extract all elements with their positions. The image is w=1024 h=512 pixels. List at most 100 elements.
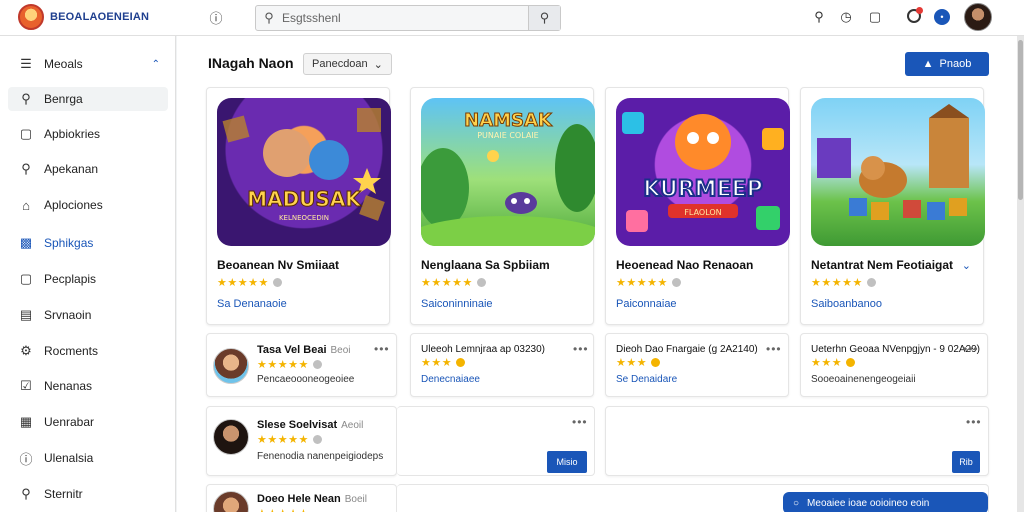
card-link[interactable]: Saiconinninaie <box>421 298 493 310</box>
list-item[interactable]: Slese Soelvisat Aeoil ★★★★★ Fenenodia nan… <box>206 406 397 476</box>
info-icon <box>312 435 322 444</box>
list-item[interactable]: Ueterhn Geoaa NVenpgjyn - 9 02A29) ••• ★… <box>800 333 988 397</box>
game-artwork[interactable] <box>811 98 985 246</box>
search-input[interactable]: Esgtsshenl <box>282 11 528 25</box>
help-icon[interactable]: • <box>934 9 950 25</box>
search-button[interactable]: ⚲ <box>528 6 560 30</box>
info-icon <box>476 278 486 287</box>
list-item[interactable]: Dieoh Dao Fnargaie (g 2A2140) ••• ★★★ Se… <box>605 333 789 397</box>
toast-notification[interactable]: ○ Meoaiee ioae ooioineo eoin <box>783 492 988 512</box>
scrollbar[interactable] <box>1017 36 1024 512</box>
sidebar-item-ulenalsia[interactable]: ⓘ Ulenalsia <box>8 446 168 470</box>
sidebar-item-apbiokries[interactable]: ▢ Apbiokries <box>8 122 168 146</box>
more-options-icon[interactable]: ••• <box>963 342 979 356</box>
row-link[interactable]: Denecnaiaee <box>421 374 480 385</box>
filter-dropdown[interactable]: Panecdoan ⌄ <box>303 53 392 75</box>
card-title[interactable]: Netantrat Nem Feotiaigat <box>811 258 953 272</box>
info-icon <box>456 358 466 367</box>
sidebar-item-nenanas[interactable]: ☑ Nenanas <box>8 374 168 398</box>
star-rating-icon: ★★★ <box>616 357 648 369</box>
card-title[interactable]: Heoenead Nao Renaoan <box>616 258 753 272</box>
sidebar-item-srvnaoin[interactable]: ▤ Srvnaoin <box>8 303 168 327</box>
card-link[interactable]: Saiboanbanoo <box>811 298 882 310</box>
info-icon <box>846 358 856 367</box>
star-rating-icon: ★★★★★ <box>811 277 863 289</box>
featured-card[interactable]: NAMSAK PUNAIE COLAIE Nenglaana Sa Spbiia… <box>410 87 595 325</box>
rating: ★★★★★ <box>616 276 681 289</box>
row-action-button[interactable]: Rib <box>952 451 980 473</box>
book-icon[interactable]: ▢ <box>866 8 884 26</box>
sidebar-item-pecplapis[interactable]: ▢ Pecplapis <box>8 267 168 291</box>
brand-logo <box>18 4 44 30</box>
rating: ★★★★★ <box>257 433 322 446</box>
sidebar-item-aplociones[interactable]: ⌂ Aplociones <box>8 193 168 217</box>
sidebar-item-sphikgas[interactable]: ▩ Sphikgas <box>8 231 168 255</box>
sidebar-item-meoals[interactable]: ☰ Meoals ⌃ <box>8 52 168 76</box>
info-icon <box>866 278 876 287</box>
star-rating-icon: ★★★★★ <box>217 277 269 289</box>
scrollbar-thumb[interactable] <box>1018 40 1023 200</box>
list-item[interactable]: Uleeoh Lemnjraa ap 03230) ••• ★★★ Denecn… <box>410 333 594 397</box>
row-action-label: Misio <box>556 457 578 467</box>
primary-button[interactable]: ▲ Pnaob <box>905 52 989 76</box>
clock-icon[interactable]: ◷ <box>837 8 855 26</box>
rating: ★★★★★ <box>811 276 876 289</box>
sidebar-item-apekanan[interactable]: ⚲ Apekanan <box>8 157 168 181</box>
rating: ★★★★★ <box>421 276 486 289</box>
main-content: INagah Naon Panecdoan ⌄ ▲ Pnaob MADUSAK … <box>177 36 1017 512</box>
brand[interactable]: BEOALAOENEIAN <box>18 4 149 30</box>
card-title[interactable]: Beoanean Nv Smiiaat <box>217 258 339 272</box>
info-icon: ⓘ <box>19 451 33 467</box>
sidebar-item-label: Apbiokries <box>44 127 101 141</box>
sidebar-item-label: Rocments <box>44 344 99 358</box>
search-icon: ⚲ <box>21 161 31 176</box>
row-link[interactable]: Se Denaidare <box>616 374 677 385</box>
notification-icon[interactable] <box>907 7 923 23</box>
star-rating-icon: ★★★★★ <box>421 277 473 289</box>
sidebar-item-label: Apekanan <box>44 162 99 176</box>
sidebar-item-label: Pecplapis <box>44 272 97 286</box>
row-action-button[interactable]: Misio <box>547 451 587 473</box>
sidebar-item-benrga[interactable]: ⚲ Benrga <box>8 87 168 111</box>
list-item[interactable]: Tasa Vel Beai Beoi ••• ★★★★★ Pencaeoooneo… <box>206 333 397 397</box>
chevron-up-icon[interactable]: ⌃ <box>152 59 160 70</box>
user-avatar[interactable] <box>964 3 992 31</box>
box-icon: ▢ <box>19 271 33 286</box>
card-link[interactable]: Sa Denanaoie <box>217 298 287 310</box>
game-logo-text: MADUSAK <box>247 187 362 211</box>
list-item[interactable]: Doeo Hele NeanBoeil ★★★★★ <box>206 484 397 512</box>
document-icon: ▦ <box>19 414 33 429</box>
search-icon[interactable]: ⚲ <box>810 8 828 26</box>
primary-button-label: Pnaob <box>939 58 972 70</box>
rating: ★★★ <box>616 356 661 369</box>
sidebar-item-uenrabar[interactable]: ▦ Uenrabar <box>8 410 168 434</box>
sidebar-item-label: Aplociones <box>44 198 103 212</box>
featured-card[interactable]: KURMEEP FLAOLON Heoenead Nao Renaoan ★★★… <box>605 87 790 325</box>
info-icon[interactable]: ⓘ <box>207 8 225 26</box>
game-artwork[interactable]: KURMEEP FLAOLON <box>616 98 790 246</box>
search-bar[interactable]: ⚲ Esgtsshenl ⚲ <box>255 5 561 31</box>
sidebar-item-label: Srvnaoin <box>44 308 92 322</box>
chevron-down-icon[interactable]: ⌄ <box>962 259 971 272</box>
link-icon: ○ <box>793 497 800 509</box>
card-link[interactable]: Paiconnaiae <box>616 298 677 310</box>
more-options-icon[interactable]: ••• <box>966 415 982 429</box>
featured-card[interactable]: MADUSAK KELNEOCEDIN Beoanean Nv Smiiaat … <box>206 87 391 325</box>
game-artwork[interactable]: NAMSAK PUNAIE COLAIE <box>421 98 595 246</box>
more-options-icon[interactable]: ••• <box>766 342 782 356</box>
game-artwork[interactable]: MADUSAK KELNEOCEDIN <box>217 98 391 246</box>
more-options-icon[interactable]: ••• <box>572 415 588 429</box>
sidebar: ☰ Meoals ⌃ ⚲ Benrga ▢ Apbiokries ⚲ Apeka… <box>0 36 176 512</box>
list-panel: ••• Misio <box>397 406 595 476</box>
card-title[interactable]: Nenglaana Sa Spbiiam <box>421 258 550 272</box>
row-title: Tasa Vel Beai Beoi <box>257 344 351 356</box>
more-options-icon[interactable]: ••• <box>374 342 390 356</box>
sidebar-item-sternitr[interactable]: ⚲ Sternitr <box>8 482 168 506</box>
sidebar-item-label: Nenanas <box>44 379 93 393</box>
sidebar-item-rocments[interactable]: ⚙ Rocments <box>8 339 168 363</box>
more-options-icon[interactable]: ••• <box>573 342 589 356</box>
featured-card[interactable]: Netantrat Nem Feotiaigat ⌄ ★★★★★ Saiboan… <box>800 87 985 325</box>
box-icon: ▢ <box>19 126 33 141</box>
star-rating-icon: ★★★★★ <box>257 434 309 446</box>
star-rating-icon: ★★★★★ <box>257 507 309 512</box>
